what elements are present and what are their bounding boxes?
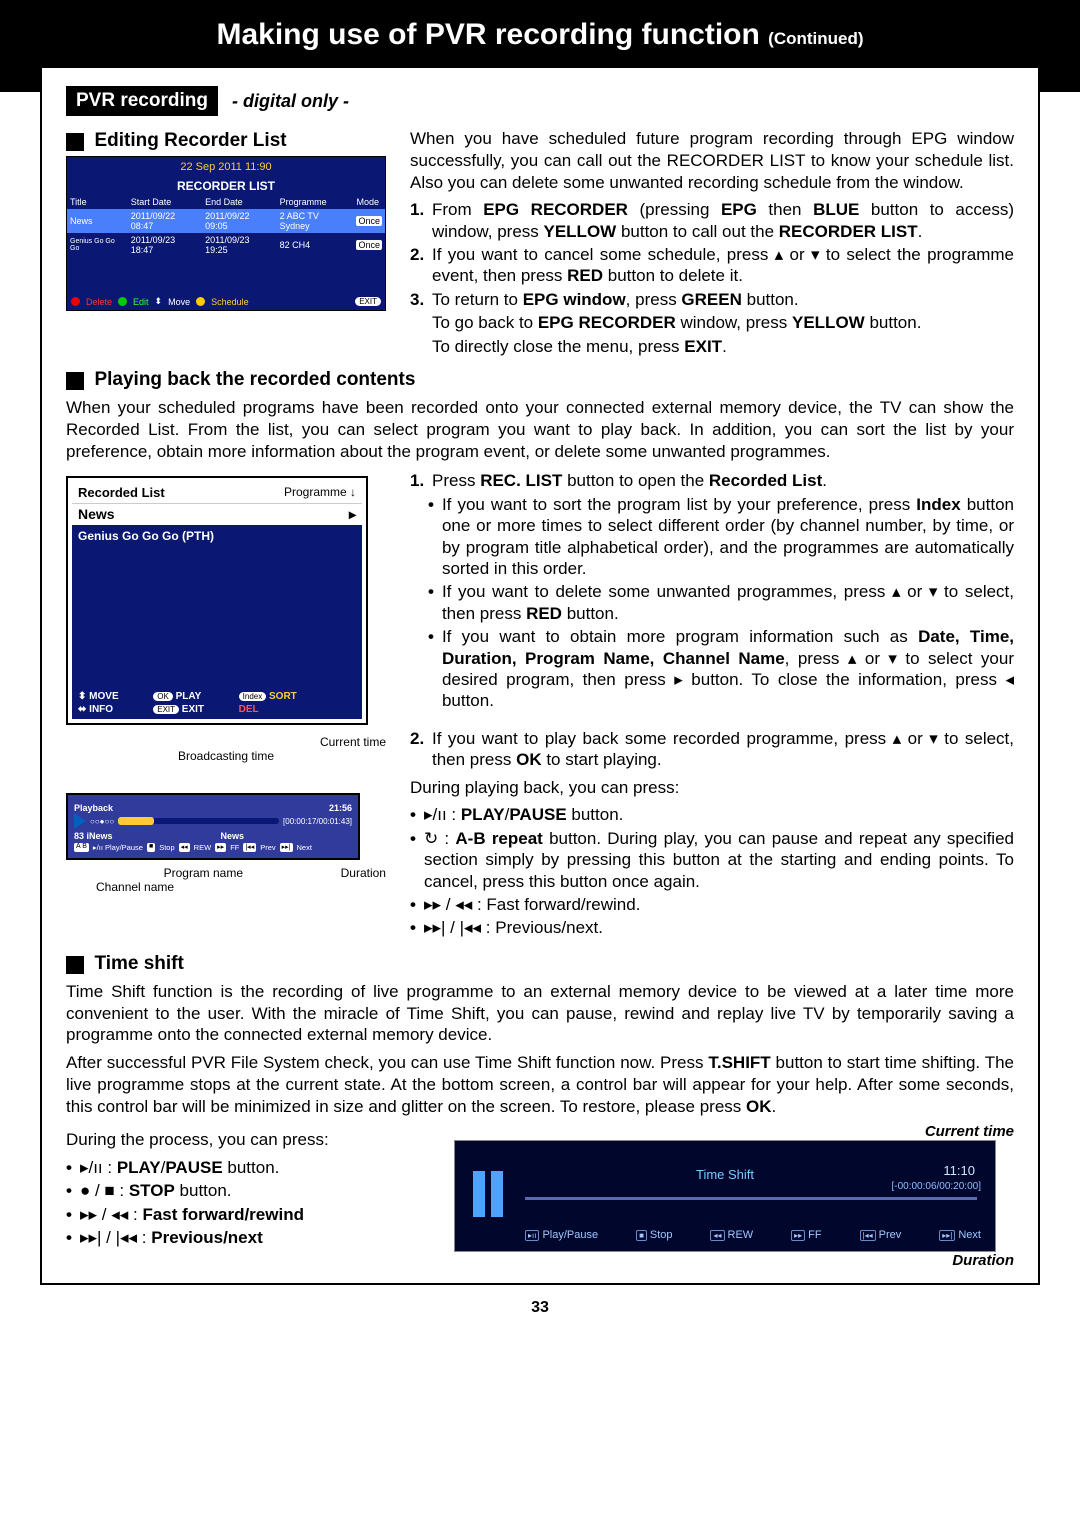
col: Programme (277, 195, 354, 209)
play-icon (74, 813, 86, 829)
col: End Date (202, 195, 276, 209)
page-title: Making use of PVR recording function (216, 18, 768, 51)
label-broadcasting-time: Broadcasting time (66, 749, 386, 763)
continued-label: (Continued) (768, 29, 863, 48)
editing-step-2: If you want to cancel some schedule, pre… (432, 244, 1014, 287)
playback-step-2: If you want to play back some recorded p… (432, 728, 1014, 771)
label-channel-name: Channel name (96, 880, 386, 894)
section-marker (66, 956, 84, 974)
table-row: Genius Go Go Go 2011/09/23 18:47 2011/09… (67, 233, 385, 257)
recorded-list-screenshot: Recorded List Programme ↓ News ▸ Genius … (66, 476, 368, 725)
recorded-title: Recorded List (78, 485, 165, 500)
pvr-heading: PVR recording (66, 86, 218, 116)
table-row: News 2011/09/22 08:47 2011/09/22 09:05 2… (67, 209, 385, 233)
playback-intro: When your scheduled programs have been r… (66, 397, 1014, 462)
timeshift-screenshot: Time Shift 11:10 [-00:00:06/00:20:00] ▸ı… (454, 1140, 996, 1252)
digital-only: - digital only - (232, 91, 349, 112)
list-item: Genius Go Go Go (PTH) (72, 525, 362, 547)
editing-intro: When you have scheduled future program r… (410, 128, 1014, 193)
label-current-time: Current time (66, 735, 386, 749)
playback-step-1: Press REC. LIST button to open the Recor… (432, 470, 1014, 491)
timeshift-p1: Time Shift function is the recording of … (66, 981, 1014, 1046)
section-marker (66, 372, 84, 390)
col: Start Date (128, 195, 202, 209)
col: Mode (353, 195, 385, 209)
label-current-time: Current time (454, 1123, 1014, 1140)
label-duration: Duration (341, 866, 386, 880)
label-program-name: Program name (164, 866, 243, 880)
list-item: News (78, 506, 115, 523)
timeshift-p2: After successful PVR File System check, … (66, 1052, 1014, 1117)
page-number: 33 (0, 1299, 1080, 1317)
editing-step-1: From EPG RECORDER (pressing EPG then BLU… (432, 199, 1014, 242)
col: Title (67, 195, 128, 209)
editing-step-3: To return to EPG window, press GREEN but… (432, 289, 1014, 310)
timeshift-heading: Time shift (94, 953, 183, 974)
section-marker (66, 133, 84, 151)
recorder-list-date: 22 Sep 2011 11:90 (67, 157, 385, 177)
playback-heading: Playing back the recorded contents (94, 369, 415, 390)
playback-bar-screenshot: Playback21:56 ○○●○○ [00:00:17/00:01:43] … (66, 793, 360, 860)
label-duration: Duration (454, 1252, 1014, 1269)
chevron-right-icon: ▸ (349, 506, 356, 523)
recorder-list-title: RECORDER LIST (67, 177, 385, 195)
recorder-list-footer: Delete Edit ⬍Move Schedule EXIT (67, 293, 385, 310)
pause-icon (473, 1171, 513, 1217)
recorder-list-screenshot: 22 Sep 2011 11:90 RECORDER LIST Title St… (66, 156, 386, 311)
editing-heading: Editing Recorder List (94, 130, 286, 151)
